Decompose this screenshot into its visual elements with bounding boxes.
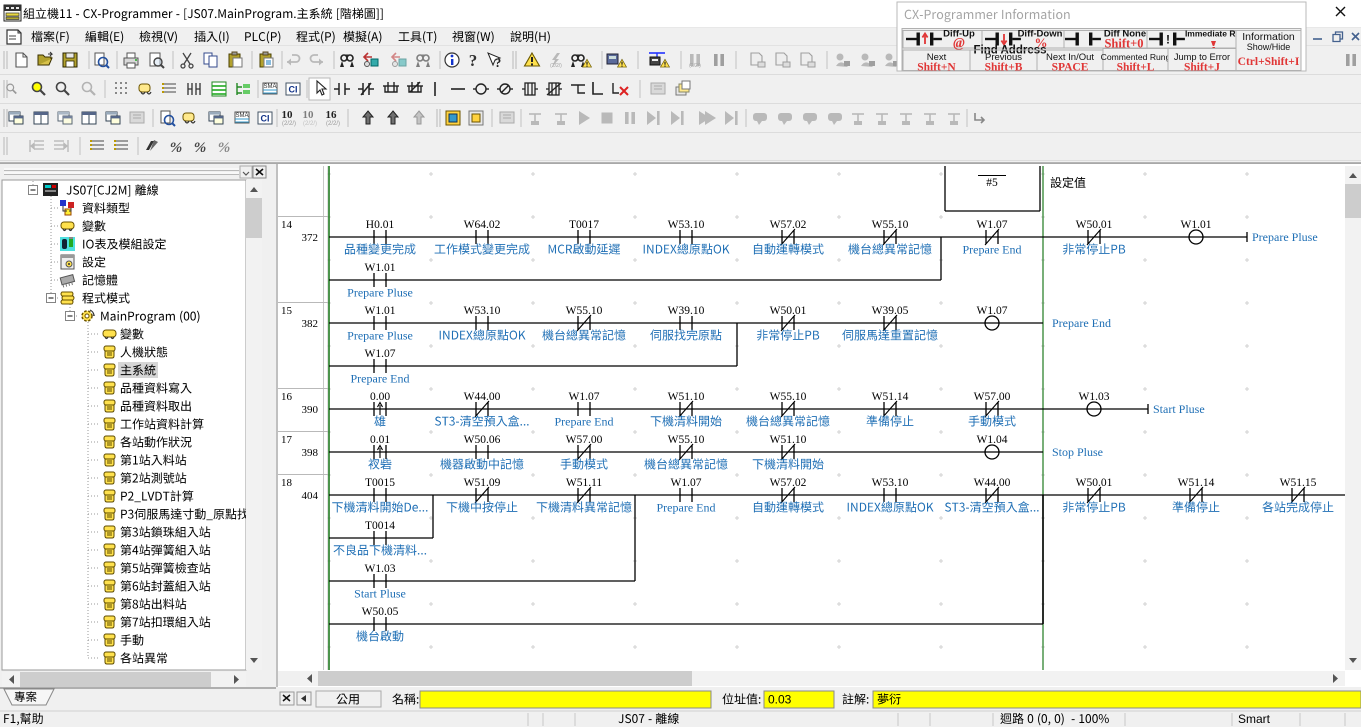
svg-text:!: ! xyxy=(1166,33,1170,47)
svg-text:Stop Pluse: Stop Pluse xyxy=(1052,445,1103,459)
svg-text:W51.10: W51.10 xyxy=(668,391,705,403)
svg-text:18: 18 xyxy=(281,477,293,489)
svg-text:Shift+N: Shift+N xyxy=(917,62,956,74)
svg-text:W50.05: W50.05 xyxy=(362,606,399,618)
svg-text:16: 16 xyxy=(326,109,338,121)
svg-text:W1.01: W1.01 xyxy=(365,262,396,274)
svg-text:16: 16 xyxy=(281,391,293,403)
svg-text:W53.10: W53.10 xyxy=(668,219,705,231)
svg-text:W1.04: W1.04 xyxy=(977,434,1008,446)
svg-text:17: 17 xyxy=(281,434,293,446)
svg-text:%: % xyxy=(170,140,183,156)
svg-text:W44.00: W44.00 xyxy=(974,477,1011,489)
svg-text:W57.00: W57.00 xyxy=(974,391,1011,403)
svg-text:Shift+L: Shift+L xyxy=(1117,62,1155,74)
svg-text:W50.01: W50.01 xyxy=(1076,219,1113,231)
svg-text:14: 14 xyxy=(281,219,293,231)
svg-text:T0014: T0014 xyxy=(365,520,395,532)
svg-text:Prepare Pluse: Prepare Pluse xyxy=(347,329,413,343)
svg-text:W55.10: W55.10 xyxy=(872,219,909,231)
svg-text:@: @ xyxy=(953,36,965,51)
svg-text:390: 390 xyxy=(302,404,319,416)
svg-text:15: 15 xyxy=(281,305,293,317)
svg-text:SMA: SMA xyxy=(235,113,248,119)
svg-text:Prepare End: Prepare End xyxy=(657,501,716,515)
svg-text:W1.07: W1.07 xyxy=(977,305,1008,317)
svg-text:W51.15: W51.15 xyxy=(1280,477,1317,489)
svg-text:W55.10: W55.10 xyxy=(566,305,603,317)
svg-text:0.01: 0.01 xyxy=(370,434,390,446)
svg-text:398: 398 xyxy=(302,447,319,459)
svg-text:Show/Hide: Show/Hide xyxy=(1247,42,1291,52)
svg-text:Start Pluse: Start Pluse xyxy=(354,587,406,601)
svg-text:W1.07: W1.07 xyxy=(365,348,396,360)
svg-text:W55.10: W55.10 xyxy=(668,434,705,446)
svg-text:W51.10: W51.10 xyxy=(770,434,807,446)
svg-text:W50.06: W50.06 xyxy=(464,434,501,446)
svg-text:404: 404 xyxy=(302,490,319,502)
svg-text:W53.10: W53.10 xyxy=(872,477,909,489)
svg-text:Shift+J: Shift+J xyxy=(1184,62,1220,74)
svg-text:Commented Rung: Commented Rung xyxy=(1101,52,1171,62)
svg-text:W50.01: W50.01 xyxy=(1076,477,1113,489)
svg-text:CI: CI xyxy=(261,114,270,124)
svg-text:?: ? xyxy=(469,51,478,70)
svg-text:W39.10: W39.10 xyxy=(668,305,705,317)
svg-text:%: % xyxy=(194,140,207,156)
svg-text:(2/2/): (2/2/) xyxy=(550,63,562,69)
svg-text:W44.00: W44.00 xyxy=(464,391,501,403)
svg-text:W1.01: W1.01 xyxy=(365,305,396,317)
svg-text:W51.14: W51.14 xyxy=(872,391,909,403)
svg-text:W1.07: W1.07 xyxy=(671,477,702,489)
svg-text:W1.01: W1.01 xyxy=(1181,219,1212,231)
svg-text:W1.07: W1.07 xyxy=(569,391,600,403)
svg-text:W55.10: W55.10 xyxy=(770,391,807,403)
svg-text:Ctrl+Shift+I: Ctrl+Shift+I xyxy=(1238,56,1300,68)
svg-text:10: 10 xyxy=(303,109,315,121)
svg-text:Immediate Ref: Immediate Ref xyxy=(1185,29,1243,39)
svg-text:#5: #5 xyxy=(986,177,998,189)
svg-text:W51.11: W51.11 xyxy=(566,477,603,489)
svg-text:Smart: Smart xyxy=(1238,712,1271,726)
svg-text:W64.02: W64.02 xyxy=(464,219,501,231)
svg-text:W57.02: W57.02 xyxy=(770,477,807,489)
svg-text:Prepare Pluse: Prepare Pluse xyxy=(1252,230,1318,244)
svg-text:CI: CI xyxy=(289,85,298,95)
svg-text:SMA: SMA xyxy=(263,84,276,90)
svg-text:(2/2/): (2/2/) xyxy=(689,63,701,69)
svg-text:(2/2/): (2/2/) xyxy=(326,121,340,127)
svg-text:W51.14: W51.14 xyxy=(1178,477,1215,489)
svg-text:W57.02: W57.02 xyxy=(770,219,807,231)
svg-text:W1.03: W1.03 xyxy=(1079,391,1110,403)
svg-text:W1.07: W1.07 xyxy=(977,219,1008,231)
svg-text:Start Pluse: Start Pluse xyxy=(1153,402,1205,416)
svg-text:W50.01: W50.01 xyxy=(770,305,807,317)
svg-text:W53.10: W53.10 xyxy=(464,305,501,317)
svg-text:H0.01: H0.01 xyxy=(366,219,395,231)
svg-text:0.00: 0.00 xyxy=(370,391,390,403)
svg-text:0.03: 0.03 xyxy=(768,693,792,707)
svg-text:SPACE: SPACE xyxy=(1052,62,1089,74)
svg-text:Prepare End: Prepare End xyxy=(351,372,410,386)
svg-text:%: % xyxy=(218,140,231,156)
svg-text:10: 10 xyxy=(282,109,294,121)
svg-text:Prepare End: Prepare End xyxy=(963,243,1022,257)
svg-text:T0017: T0017 xyxy=(569,219,599,231)
svg-text:?: ? xyxy=(495,55,502,70)
svg-text:W39.05: W39.05 xyxy=(872,305,909,317)
svg-text:W57.00: W57.00 xyxy=(566,434,603,446)
svg-text:Prepare End: Prepare End xyxy=(555,415,614,429)
svg-text:Shift+B: Shift+B xyxy=(985,62,1023,74)
svg-text:W1.03: W1.03 xyxy=(365,563,396,575)
svg-text:(2/2/): (2/2/) xyxy=(282,121,296,127)
svg-text:382: 382 xyxy=(302,318,319,330)
svg-text:(2/2/): (2/2/) xyxy=(303,121,317,127)
svg-text:372: 372 xyxy=(302,232,319,244)
svg-text:T0015: T0015 xyxy=(365,477,395,489)
svg-text:Prepare Pluse: Prepare Pluse xyxy=(347,286,413,300)
svg-text:W51.09: W51.09 xyxy=(464,477,501,489)
svg-text:Prepare End: Prepare End xyxy=(1052,316,1111,330)
svg-text:Jump to Error: Jump to Error xyxy=(1174,52,1230,62)
